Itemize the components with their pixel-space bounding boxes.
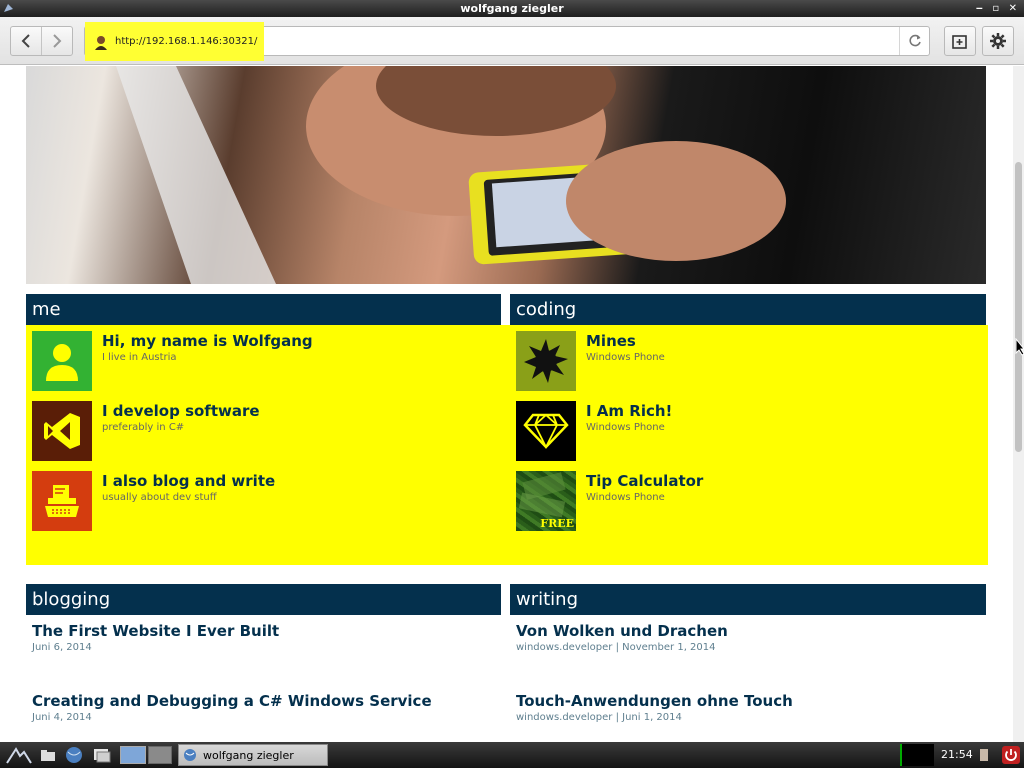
window-controls[interactable]: ‒ ▫ ✕ [976, 0, 1020, 17]
section-body-me [26, 325, 501, 565]
volume-icon[interactable] [976, 746, 992, 764]
writing-post-title[interactable]: Von Wolken und Drachen [516, 622, 728, 640]
coding-tile-rich[interactable] [516, 401, 576, 461]
coding-item-title[interactable]: I Am Rich! [586, 402, 672, 420]
person-icon [46, 344, 78, 381]
new-tab-icon [952, 35, 967, 49]
browser-task-icon [184, 749, 196, 761]
coding-item-title[interactable]: Tip Calculator [586, 472, 703, 490]
new-tab-button[interactable] [944, 26, 976, 56]
blog-post-title[interactable]: The First Website I Ever Built [32, 622, 279, 640]
reload-button[interactable] [899, 27, 929, 55]
nav-buttons [10, 26, 73, 56]
me-tile-person[interactable] [32, 331, 92, 391]
me-item-subtitle: I live in Austria [102, 352, 177, 363]
section-header-coding: coding [510, 294, 986, 325]
coding-tile-mines[interactable] [516, 331, 576, 391]
gear-icon [990, 33, 1006, 49]
writing-post-meta: windows.developer | November 1, 2014 [516, 642, 716, 653]
workspace-2-button[interactable] [148, 746, 172, 764]
scrollbar-thumb[interactable] [1015, 162, 1022, 452]
page-viewport: me coding Hi, my name is Wolfgang I live… [0, 66, 1013, 742]
address-bar[interactable]: http://192.168.1.146:30321/ [84, 22, 930, 61]
taskbar: wolfgang ziegler 21:54 [0, 742, 1024, 768]
window-title: wolfgang ziegler [460, 2, 564, 15]
taskbar-task-label: wolfgang ziegler [203, 748, 294, 762]
coding-tile-tip[interactable]: FREE [516, 471, 576, 531]
reload-icon [908, 34, 921, 47]
taskbar-task-browser[interactable]: wolfgang ziegler [178, 744, 328, 766]
back-arrow-icon [21, 34, 30, 48]
clock[interactable]: 21:54 [941, 748, 973, 761]
coding-item-title[interactable]: Mines [586, 332, 636, 350]
file-manager-icon[interactable] [92, 746, 112, 764]
hero-photo [26, 66, 986, 284]
forward-arrow-icon [53, 34, 62, 48]
back-button[interactable] [11, 27, 41, 55]
blog-post-date: Juni 6, 2014 [32, 642, 92, 653]
url-text[interactable]: http://192.168.1.146:30321/ [115, 36, 257, 47]
window-titlebar: wolfgang ziegler ‒ ▫ ✕ [0, 0, 1024, 17]
mine-icon [524, 339, 568, 383]
cpu-monitor [900, 744, 934, 766]
browser-launcher-icon[interactable] [64, 746, 84, 764]
me-item-subtitle: preferably in C# [102, 422, 185, 433]
me-item-title[interactable]: I develop software [102, 402, 260, 420]
settings-button[interactable] [982, 26, 1014, 56]
writing-post-meta: windows.developer | Juni 1, 2014 [516, 712, 682, 723]
section-header-writing: writing [510, 584, 986, 615]
me-item-title[interactable]: Hi, my name is Wolfgang [102, 332, 313, 350]
site-favicon-icon [93, 33, 109, 50]
browser-toolbar: http://192.168.1.146:30321/ [0, 17, 1024, 65]
me-item-title[interactable]: I also blog and write [102, 472, 275, 490]
me-tile-vs[interactable] [32, 401, 92, 461]
me-item-subtitle: usually about dev stuff [102, 492, 217, 503]
visual-studio-icon [44, 413, 80, 449]
show-desktop-icon[interactable] [38, 746, 58, 764]
page-scrollbar[interactable] [1013, 66, 1024, 742]
mouse-cursor-icon [1015, 338, 1024, 356]
section-header-blogging: blogging [26, 584, 501, 615]
forward-button[interactable] [41, 27, 72, 55]
coding-item-subtitle: Windows Phone [586, 422, 665, 433]
blog-post-date: Juni 4, 2014 [32, 712, 92, 723]
diamond-icon [523, 413, 569, 449]
start-menu-icon[interactable] [6, 746, 32, 764]
power-icon[interactable] [1002, 746, 1020, 764]
hero-photo-graphic [116, 66, 786, 284]
url-highlight: http://192.168.1.146:30321/ [85, 22, 264, 61]
free-badge: FREE [540, 517, 574, 530]
section-header-me: me [26, 294, 501, 325]
window-menu-icon[interactable] [3, 3, 14, 14]
me-tile-typewriter[interactable] [32, 471, 92, 531]
workspace-1-button[interactable] [120, 746, 146, 764]
typewriter-icon [45, 485, 79, 517]
writing-post-title[interactable]: Touch-Anwendungen ohne Touch [516, 692, 793, 710]
blog-post-title[interactable]: Creating and Debugging a C# Windows Serv… [32, 692, 432, 710]
coding-item-subtitle: Windows Phone [586, 492, 665, 503]
coding-item-subtitle: Windows Phone [586, 352, 665, 363]
